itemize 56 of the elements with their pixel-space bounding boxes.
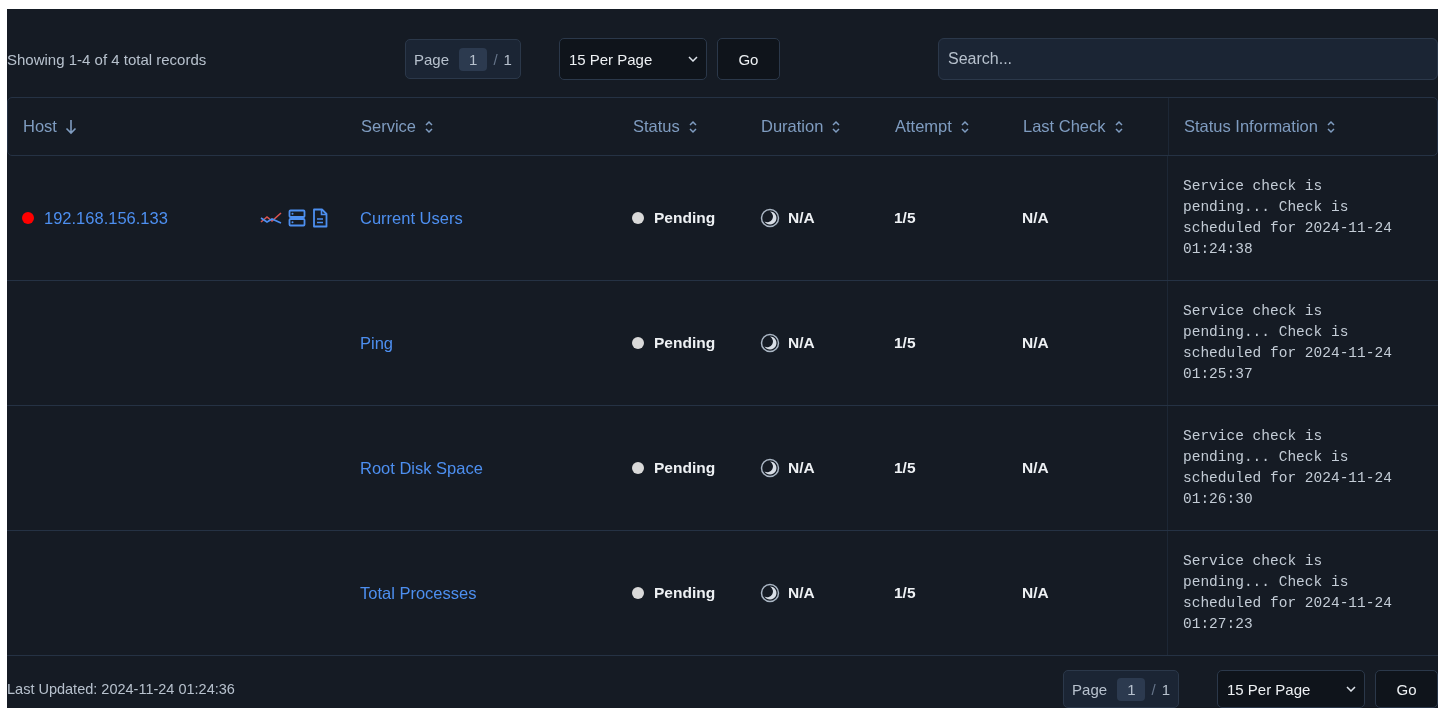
page-number-field[interactable]: 1 [459, 47, 488, 71]
last-check-text: N/A [1022, 334, 1049, 352]
last-check-text: N/A [1022, 459, 1049, 477]
page-label: Page [414, 50, 450, 68]
status-information-text: Service check is pending... Check is scheduled for 2024-11-24 01:26:30 [1183, 427, 1393, 509]
last-updated-text: Last Updated: 2024-11-24 01:24:36 [7, 681, 235, 697]
page-total: 1 [1161, 680, 1170, 698]
clock-pie-icon [760, 333, 780, 353]
go-button[interactable]: Go [716, 38, 780, 80]
attempt-text: 1/5 [894, 334, 916, 352]
column-header[interactable]: Duration [746, 98, 880, 155]
search-field[interactable]: Search... [938, 38, 1438, 80]
chevron-down-icon [687, 56, 698, 62]
document-icon[interactable] [312, 208, 328, 228]
status-text: Pending [654, 209, 716, 227]
status-information-text: Service check is pending... Check is scheduled for 2024-11-24 01:27:23 [1183, 552, 1393, 634]
duration-text: N/A [788, 334, 815, 352]
page-separator: / [1151, 680, 1156, 698]
status-text: Pending [654, 584, 716, 602]
duration-text: N/A [788, 209, 815, 227]
last-check-text: N/A [1022, 584, 1049, 602]
page-total: 1 [503, 50, 512, 68]
service-link[interactable]: Root Disk Space [360, 458, 483, 478]
chart-line-icon[interactable] [260, 210, 282, 226]
page-label: Page [1072, 680, 1108, 698]
service-link[interactable]: Current Users [360, 208, 463, 228]
clock-pie-icon [760, 458, 780, 478]
status-information-text: Service check is pending... Check is scheduled for 2024-11-24 01:24:38 [1183, 177, 1393, 259]
duration-text: N/A [788, 584, 815, 602]
column-header[interactable]: Service [346, 98, 618, 155]
attempt-text: 1/5 [894, 209, 916, 227]
status-text: Pending [654, 459, 716, 477]
attempt-text: 1/5 [894, 459, 916, 477]
per-page-select[interactable]: 15 Per Page [1217, 670, 1365, 708]
clock-pie-icon [760, 583, 780, 603]
status-information-text: Service check is pending... Check is scheduled for 2024-11-24 01:25:37 [1183, 302, 1393, 384]
service-link[interactable]: Total Processes [360, 583, 477, 603]
column-header[interactable]: Status Information [1168, 98, 1437, 155]
page-number-field[interactable]: 1 [1117, 677, 1146, 701]
per-page-select[interactable]: 15 Per Page [558, 38, 707, 80]
clock-pie-icon [760, 208, 780, 228]
page-separator: / [493, 50, 498, 68]
column-header[interactable]: Last Check [1008, 98, 1168, 155]
column-header[interactable]: Host [8, 98, 346, 155]
records-summary: Showing 1-4 of 4 total records [7, 50, 208, 68]
chevron-down-icon [1346, 686, 1356, 692]
last-check-text: N/A [1022, 209, 1049, 227]
service-link[interactable]: Ping [360, 333, 394, 353]
server-icon[interactable] [288, 209, 306, 227]
column-header[interactable]: Status [618, 98, 746, 155]
column-header[interactable]: Attempt [880, 98, 1008, 155]
host-link[interactable]: 192.168.156.133 [44, 208, 168, 228]
duration-text: N/A [788, 459, 815, 477]
attempt-text: 1/5 [894, 584, 916, 602]
status-text: Pending [654, 334, 716, 352]
go-button[interactable]: Go [1375, 670, 1438, 708]
